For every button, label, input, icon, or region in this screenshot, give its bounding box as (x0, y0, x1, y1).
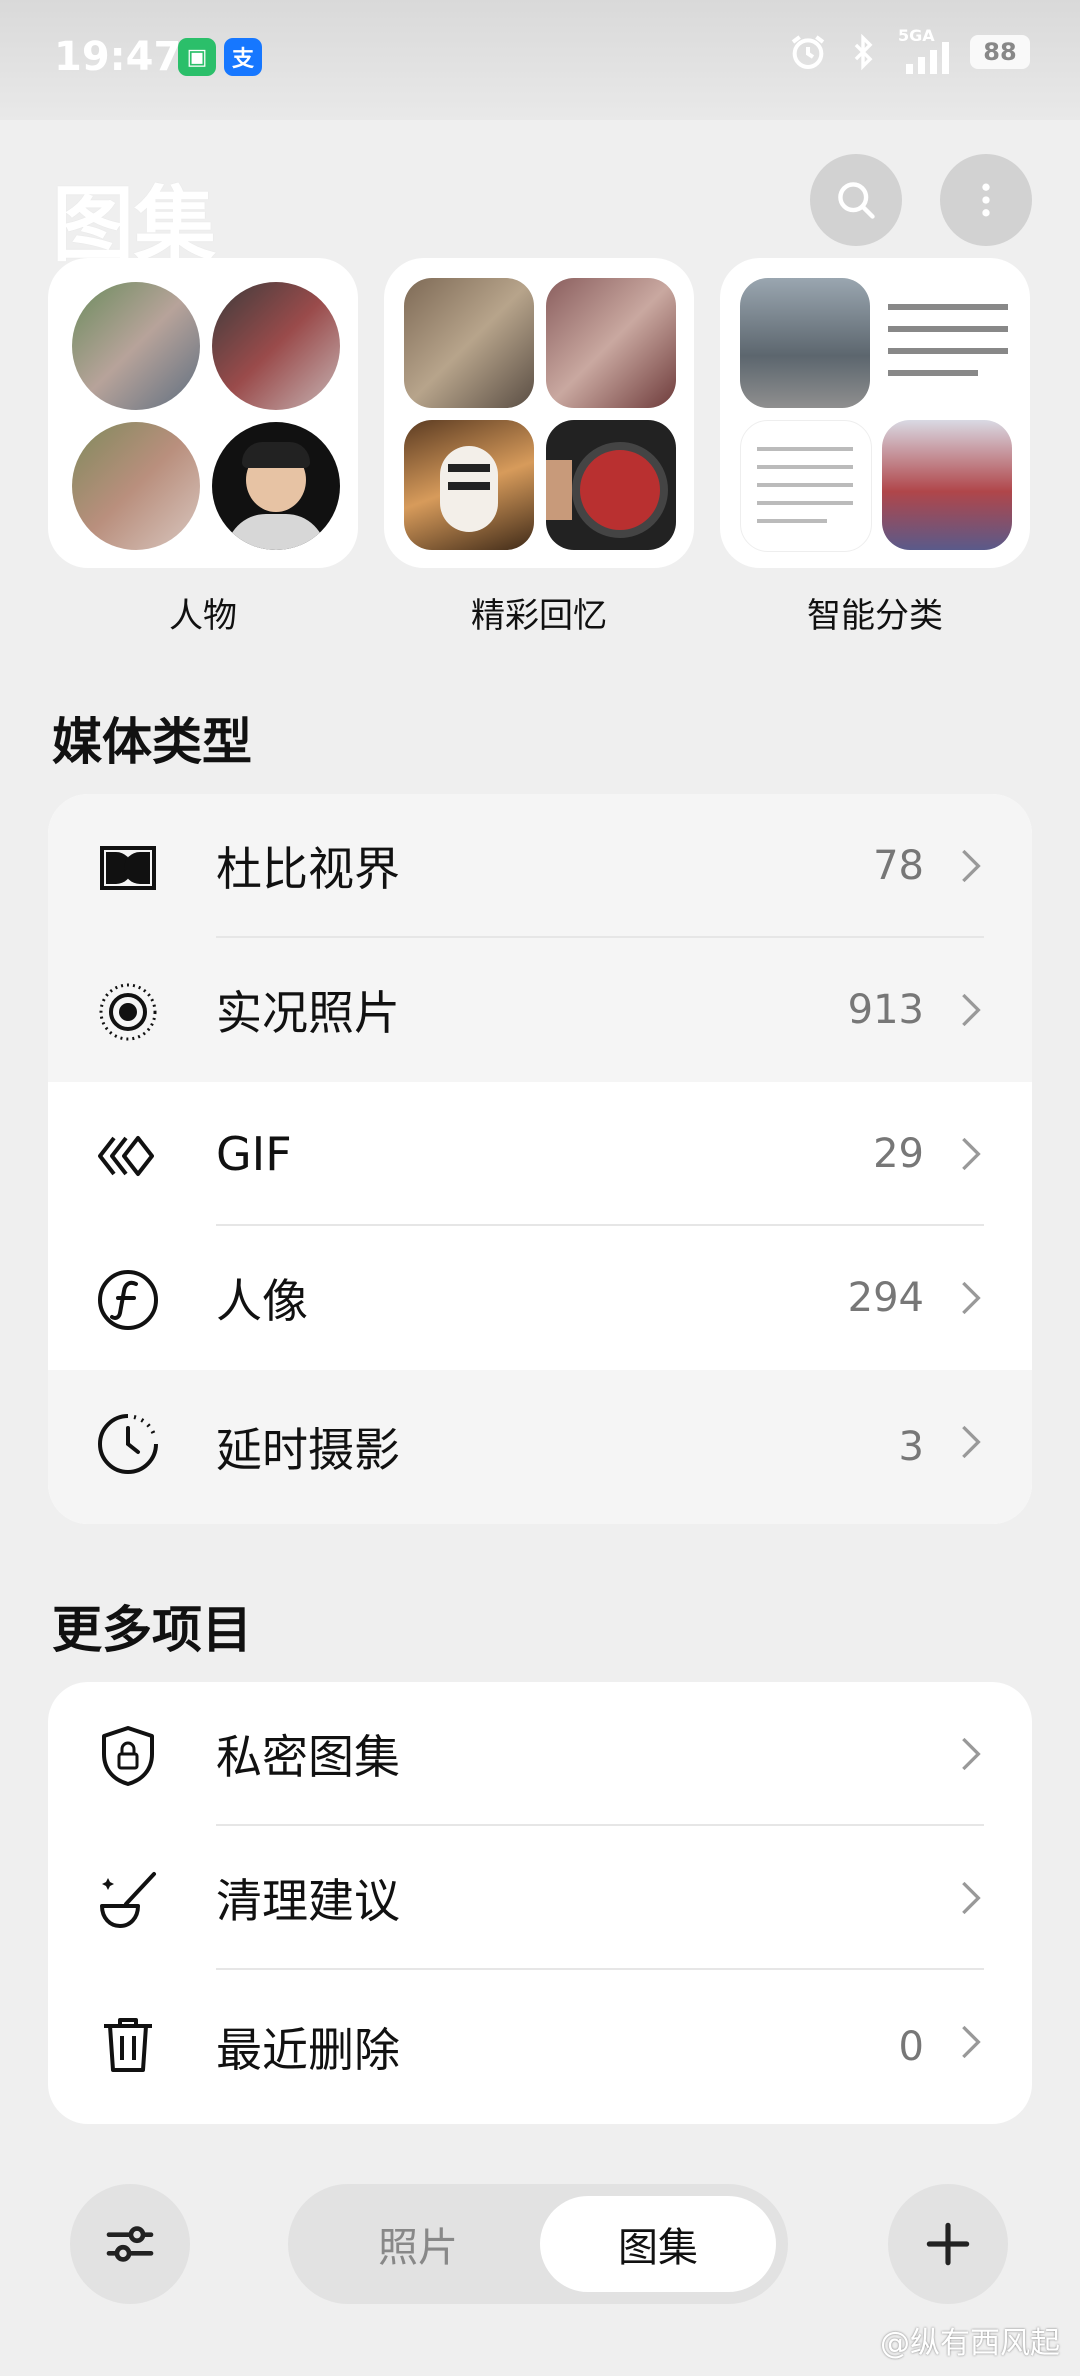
list-item-dolby-vision[interactable]: 杜比视界 78 (48, 794, 1032, 938)
trash-icon (104, 2018, 152, 2072)
album-smart-categories-card[interactable] (720, 258, 1030, 568)
chevron-right-icon (962, 1137, 981, 1171)
list-item-count: 0 (898, 2024, 924, 2070)
section-title-media-types: 媒体类型 (52, 713, 252, 771)
chevron-right-icon (962, 1281, 981, 1315)
list-item-live-photo[interactable]: 实况照片 913 (48, 938, 1032, 1082)
category-thumbnail (740, 420, 872, 552)
search-button[interactable] (810, 154, 902, 246)
gif-icon (98, 1136, 154, 1176)
album-label-smart: 智能分类 (807, 596, 943, 636)
status-icons: 5GA 88 (788, 26, 1030, 74)
list-item-cleanup[interactable]: 清理建议 (48, 1826, 1032, 1970)
filter-button[interactable] (70, 2184, 190, 2304)
person-thumbnail (72, 282, 200, 410)
list-item-portrait[interactable]: 人像 294 (48, 1226, 1032, 1370)
timelapse-icon (98, 1414, 158, 1474)
more-vertical-icon (982, 183, 990, 217)
list-item-count: 3 (898, 1424, 924, 1470)
album-label-memories: 精彩回忆 (471, 596, 607, 636)
chevron-right-icon (962, 1881, 981, 1915)
signal-icon: 5GA (898, 26, 952, 74)
bluetooth-icon (854, 33, 873, 71)
list-item-timelapse[interactable]: 延时摄影 3 (48, 1370, 1032, 1524)
memory-thumbnail (546, 420, 676, 550)
media-types-list: 杜比视界 78 实况照片 913 GIF 29 人像 294 延时摄影 3 (48, 794, 1032, 1524)
list-item-label: 私密图集 (216, 1730, 400, 1784)
person-thumbnail (212, 422, 340, 550)
private-album-icon (102, 1726, 154, 1786)
category-thumbnail (882, 278, 1012, 408)
list-item-count: 913 (847, 987, 924, 1033)
list-item-label: 杜比视界 (216, 842, 400, 896)
list-item-recently-deleted[interactable]: 最近删除 0 (48, 1970, 1032, 2124)
list-item-count: 29 (873, 1131, 924, 1177)
mi-home-icon: ▣ (178, 38, 216, 76)
person-thumbnail (72, 422, 200, 550)
list-item-label: 实况照片 (216, 986, 400, 1040)
list-item-label: 延时摄影 (216, 1423, 400, 1477)
memory-thumbnail (404, 278, 534, 408)
add-button[interactable] (888, 2184, 1008, 2304)
more-items-list: 私密图集 清理建议 最近删除 0 (48, 1682, 1032, 2124)
list-item-gif[interactable]: GIF 29 (48, 1082, 1032, 1226)
tab-photos[interactable]: 照片 (300, 2196, 536, 2292)
list-item-label: 人像 (216, 1274, 308, 1328)
dolby-vision-icon (100, 846, 156, 890)
watermark: @纵有西风起 (880, 2326, 1060, 2361)
search-icon (838, 182, 875, 219)
status-time: 19:47 (54, 34, 182, 80)
bottom-tab-bar: 照片 图集 (288, 2184, 788, 2304)
status-bar: 19:47 ▣ 支 5GA 88 (0, 0, 1080, 120)
chevron-right-icon (962, 2025, 981, 2059)
more-options-button[interactable] (940, 154, 1032, 246)
album-label-people: 人物 (169, 596, 237, 636)
alarm-icon (791, 35, 825, 69)
list-item-count: 294 (847, 1275, 924, 1321)
memory-thumbnail (546, 278, 676, 408)
cleanup-icon (100, 1872, 156, 1928)
list-item-label: 清理建议 (216, 1874, 400, 1928)
live-photo-icon (99, 983, 157, 1041)
tab-albums[interactable]: 图集 (540, 2196, 776, 2292)
memory-thumbnail (404, 420, 534, 550)
chevron-right-icon (962, 993, 981, 1027)
list-item-label: 最近删除 (216, 2023, 400, 2077)
battery-indicator: 88 (970, 35, 1030, 69)
alipay-icon: 支 (224, 38, 262, 76)
sliders-icon (106, 2226, 154, 2262)
portrait-icon (98, 1270, 158, 1330)
plus-icon (926, 2222, 970, 2266)
category-thumbnail (882, 420, 1012, 550)
chevron-right-icon (962, 1737, 981, 1771)
album-people-card[interactable] (48, 258, 358, 568)
category-thumbnail (740, 278, 870, 408)
list-item-count: 78 (873, 843, 924, 889)
chevron-right-icon (962, 849, 981, 883)
person-thumbnail (212, 282, 340, 410)
list-item-private-album[interactable]: 私密图集 (48, 1682, 1032, 1826)
chevron-right-icon (962, 1425, 981, 1459)
album-memories-card[interactable] (384, 258, 694, 568)
section-title-more-items: 更多项目 (52, 1601, 252, 1659)
list-item-label: GIF (216, 1127, 292, 1181)
